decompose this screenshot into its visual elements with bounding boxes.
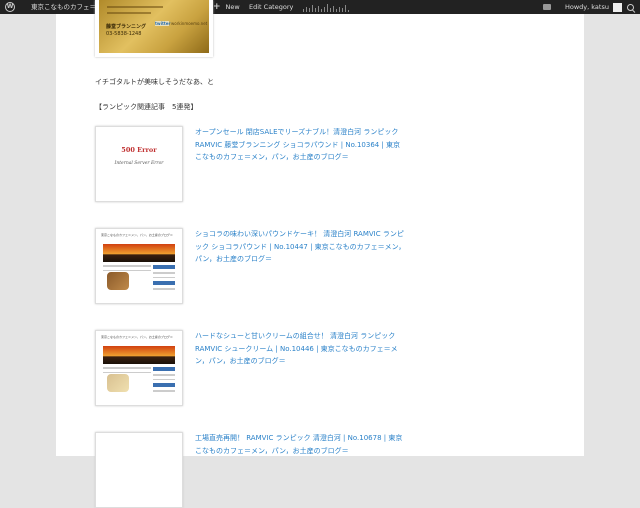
search-icon[interactable] xyxy=(627,0,634,14)
thumb-header-text: 東京こなものカフェ＝メン，パン，お土産のブログ＝ xyxy=(101,233,173,237)
account-menu[interactable]: Howdy, katsu xyxy=(565,0,622,14)
card-url: workinmoemo.net xyxy=(171,21,208,26)
post-thumbnail[interactable]: 東京こなものカフェ＝メン，パン，お土産のブログ＝ xyxy=(95,228,183,304)
card-phone: 03-5838-1248 xyxy=(106,31,142,37)
food-photo xyxy=(107,272,129,290)
monitor-icon[interactable] xyxy=(543,0,551,14)
food-photo xyxy=(107,374,129,392)
related-post-link[interactable]: 工場直売再開！ RAMVIC ランピック 清澄白河 | No.10678 | 東… xyxy=(195,432,407,457)
thumb-header-text: 東京こなものカフェ＝メン，パン，お土産のブログ＝ xyxy=(101,335,173,339)
plus-icon: + xyxy=(213,2,221,12)
body-paragraph: イチゴタルトが美味しそうだなあ、と xyxy=(95,78,214,86)
sunset-photo xyxy=(103,346,175,364)
post-thumbnail[interactable]: 500 Error Internal Server Error xyxy=(95,126,183,202)
edit-category-link[interactable]: Edit Category xyxy=(249,0,293,14)
post-thumbnail[interactable]: 東京こなものカフェ＝メン，パン，お土産のブログ＝ xyxy=(95,330,183,406)
thumb-error-title: 500 Error xyxy=(121,146,157,154)
new-content-button[interactable]: + New xyxy=(213,0,240,14)
post-thumbnail[interactable] xyxy=(95,432,183,508)
card-name: 藤堂ブランニング xyxy=(106,24,147,30)
avatar xyxy=(612,2,622,12)
wordpress-logo-icon[interactable]: W xyxy=(5,0,17,14)
business-card-image: 藤堂ブランニング 03-5838-1248 twitter workinmoem… xyxy=(95,0,213,57)
related-post-link[interactable]: ショコラの味わい深いパウンドケーキ！ 清澄白河 RAMVIC ランピック ショコ… xyxy=(195,228,407,266)
related-post-link[interactable]: ハードなシューと甘いクリームの組合せ！ 清澄白河 ランピック RAMVIC シュ… xyxy=(195,330,407,368)
howdy-label: Howdy, katsu xyxy=(565,3,609,11)
new-label: New xyxy=(225,3,240,11)
stats-sparkline[interactable] xyxy=(302,0,352,14)
related-post-link[interactable]: オープンセール 閉店SALEでリーズナブル！清澄白河 ランピック RAMVIC … xyxy=(195,126,407,164)
twitter-logo: twitter xyxy=(155,21,171,26)
related-heading: 【ランピック関連記事 5連発】 xyxy=(95,103,198,111)
sunset-photo xyxy=(103,244,175,262)
thumb-error-sub: Internal Server Error xyxy=(114,161,164,166)
